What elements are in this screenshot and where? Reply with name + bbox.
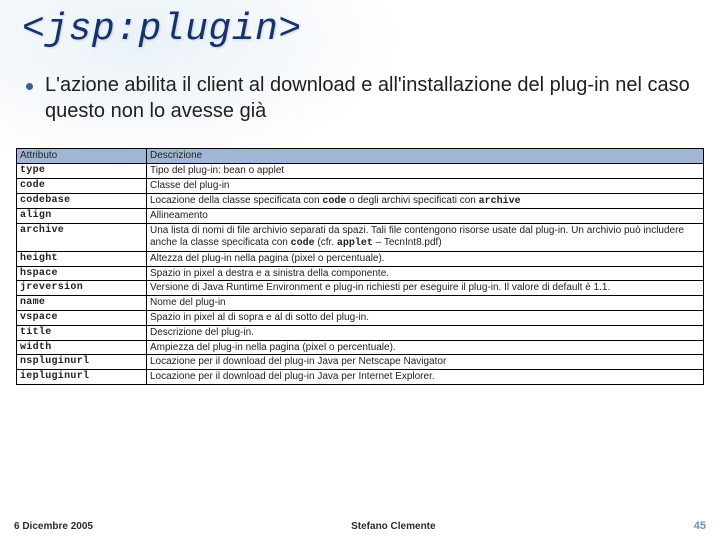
attr-cell: code	[17, 178, 147, 193]
attr-cell: vspace	[17, 310, 147, 325]
footer-date: 6 Dicembre 2005	[14, 521, 93, 532]
attr-cell: jreversion	[17, 281, 147, 296]
table-row: alignAllineamento	[17, 209, 704, 224]
attr-cell: archive	[17, 224, 147, 252]
desc-cell: Versione di Java Runtime Environment e p…	[147, 281, 704, 296]
attr-cell: width	[17, 340, 147, 355]
table-row: codebaseLocazione della classe specifica…	[17, 193, 704, 209]
desc-cell: Nome del plug-in	[147, 296, 704, 311]
table-row: jreversionVersione di Java Runtime Envir…	[17, 281, 704, 296]
table-row: nameNome del plug-in	[17, 296, 704, 311]
desc-cell: Altezza del plug-in nella pagina (pixel …	[147, 251, 704, 266]
desc-cell: Spazio in pixel al di sopra e al di sott…	[147, 310, 704, 325]
table-row: iepluginurlLocazione per il download del…	[17, 370, 704, 385]
header-attribute: Attributo	[17, 149, 147, 164]
table-row: typeTipo del plug-in: bean o applet	[17, 163, 704, 178]
table-row: archiveUna lista di nomi di file archivi…	[17, 224, 704, 252]
desc-cell: Ampiezza del plug-in nella pagina (pixel…	[147, 340, 704, 355]
attr-cell: iepluginurl	[17, 370, 147, 385]
attr-cell: height	[17, 251, 147, 266]
footer-page-number: 45	[694, 520, 706, 532]
footer-author: Stefano Clemente	[351, 521, 435, 532]
desc-cell: Spazio in pixel a destra e a sinistra de…	[147, 266, 704, 281]
table-row: heightAltezza del plug-in nella pagina (…	[17, 251, 704, 266]
attributes-table: Attributo Descrizione typeTipo del plug-…	[16, 148, 704, 385]
desc-cell: Allineamento	[147, 209, 704, 224]
table-row: vspaceSpazio in pixel al di sopra e al d…	[17, 310, 704, 325]
table-row: titleDescrizione del plug-in.	[17, 325, 704, 340]
table-header-row: Attributo Descrizione	[17, 149, 704, 164]
table-row: codeClasse del plug-in	[17, 178, 704, 193]
table-row: nspluginurlLocazione per il download del…	[17, 355, 704, 370]
header-description: Descrizione	[147, 149, 704, 164]
desc-cell: Locazione della classe specificata con c…	[147, 193, 704, 209]
attr-cell: name	[17, 296, 147, 311]
slide-footer: 6 Dicembre 2005 Stefano Clemente 45	[0, 520, 720, 532]
table-row: hspaceSpazio in pixel a destra e a sinis…	[17, 266, 704, 281]
attributes-table-wrap: Attributo Descrizione typeTipo del plug-…	[16, 148, 704, 385]
table-row: widthAmpiezza del plug-in nella pagina (…	[17, 340, 704, 355]
desc-cell: Tipo del plug-in: bean o applet	[147, 163, 704, 178]
attr-cell: title	[17, 325, 147, 340]
desc-cell: Descrizione del plug-in.	[147, 325, 704, 340]
desc-cell: Classe del plug-in	[147, 178, 704, 193]
attr-cell: align	[17, 209, 147, 224]
desc-cell: Una lista di nomi di file archivio separ…	[147, 224, 704, 252]
attr-cell: hspace	[17, 266, 147, 281]
desc-cell: Locazione per il download del plug-in Ja…	[147, 355, 704, 370]
attr-cell: nspluginurl	[17, 355, 147, 370]
slide: <jsp:plugin> L'azione abilita il client …	[0, 0, 720, 540]
bullet-text: L'azione abilita il client al download e…	[45, 73, 698, 124]
attr-cell: type	[17, 163, 147, 178]
attr-cell: codebase	[17, 193, 147, 209]
slide-title: <jsp:plugin>	[22, 8, 698, 51]
desc-cell: Locazione per il download del plug-in Ja…	[147, 370, 704, 385]
bullet-item: L'azione abilita il client al download e…	[22, 73, 698, 124]
bullet-dot-icon	[26, 83, 33, 90]
